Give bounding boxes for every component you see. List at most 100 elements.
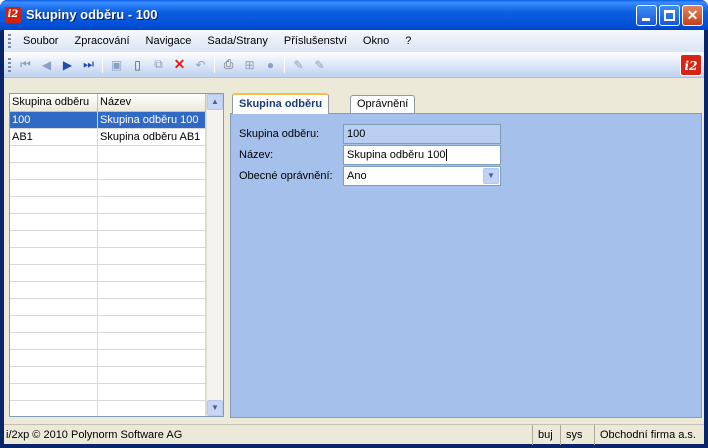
menu-okno[interactable]: Okno <box>355 33 397 49</box>
cell-group-code <box>10 180 98 196</box>
status-db: sys <box>560 425 588 445</box>
cell-group-code <box>10 231 98 247</box>
cell-name <box>98 265 206 281</box>
empty-table-row[interactable] <box>10 231 206 248</box>
cell-name <box>98 299 206 315</box>
tab-bar: Skupina odběru Oprávnění <box>228 93 702 114</box>
tree-icon[interactable]: ⊞ <box>239 55 260 75</box>
table-row[interactable]: 100 Skupina odběru 100 <box>10 112 206 129</box>
name-label: Název: <box>239 149 274 161</box>
menu-zpracovani[interactable]: Zpracování <box>66 33 137 49</box>
cell-name <box>98 350 206 366</box>
tab-opravneni[interactable]: Oprávnění <box>350 95 416 113</box>
empty-table-row[interactable] <box>10 384 206 401</box>
empty-table-row[interactable] <box>10 333 206 350</box>
i2-logo-icon[interactable]: i2 <box>5 7 21 23</box>
group-value: 100 <box>343 124 501 144</box>
save-icon[interactable]: ▣ <box>106 55 127 75</box>
copy-icon[interactable]: ⧉ <box>148 55 169 75</box>
menu-help[interactable]: ? <box>397 33 419 49</box>
status-copyright: i/2xp © 2010 Polynorm Software AG <box>6 429 183 441</box>
toolbar-grip-icon[interactable] <box>8 57 11 72</box>
grid-header: Skupina odběru Název <box>10 94 206 112</box>
title-bar[interactable]: i2 Skupiny odběru - 100 ✕ <box>0 0 708 30</box>
empty-table-row[interactable] <box>10 180 206 197</box>
toolbar-separator <box>214 56 215 73</box>
cell-group-code <box>10 299 98 315</box>
undo-icon[interactable]: ↶ <box>190 55 211 75</box>
close-button[interactable]: ✕ <box>682 5 703 26</box>
cell-group-code <box>10 384 98 400</box>
chevron-down-icon[interactable]: ▼ <box>483 168 499 184</box>
edit-all-icon[interactable]: ✎ <box>309 55 330 75</box>
field-row-name: Název: Skupina odběru 100 <box>239 145 699 165</box>
empty-table-row[interactable] <box>10 248 206 265</box>
cell-name <box>98 282 206 298</box>
cell-name <box>98 197 206 213</box>
menu-soubor[interactable]: Soubor <box>15 33 66 49</box>
empty-table-row[interactable] <box>10 265 206 282</box>
cell-group-code <box>10 214 98 230</box>
cell-name <box>98 384 206 400</box>
cell-group-code <box>10 282 98 298</box>
cell-group-code <box>10 265 98 281</box>
empty-table-row[interactable] <box>10 401 206 416</box>
name-input-text: Skupina odběru 100 <box>347 149 446 161</box>
empty-table-row[interactable] <box>10 316 206 333</box>
delete-icon[interactable]: ✕ <box>169 55 190 75</box>
menu-grip-icon[interactable] <box>8 34 11 48</box>
empty-table-row[interactable] <box>10 146 206 163</box>
last-record-icon[interactable]: ⏭ <box>78 55 99 75</box>
menu-prislusenstvi[interactable]: Příslušenství <box>276 33 355 49</box>
client-area: Soubor Zpracování Navigace Sada/Strany P… <box>4 30 704 445</box>
minimize-button[interactable] <box>636 5 657 26</box>
cell-group-code <box>10 163 98 179</box>
tab-skupina-odberu[interactable]: Skupina odběru <box>232 93 330 114</box>
name-input[interactable]: Skupina odběru 100 <box>343 145 501 165</box>
close-icon: ✕ <box>686 7 699 23</box>
empty-table-row[interactable] <box>10 197 206 214</box>
status-user: buj <box>532 425 558 445</box>
records-grid[interactable]: Skupina odběru Název 100 Skupina odběru 1… <box>9 93 224 417</box>
cell-name: Skupina odběru AB1 <box>98 129 206 145</box>
cell-name <box>98 248 206 264</box>
empty-table-row[interactable] <box>10 282 206 299</box>
scroll-up-icon[interactable]: ▲ <box>207 94 223 110</box>
empty-table-row[interactable] <box>10 299 206 316</box>
cell-group-code <box>10 401 98 416</box>
cell-name: Skupina odběru 100 <box>98 112 206 128</box>
empty-table-row[interactable] <box>10 214 206 231</box>
cell-group-code <box>10 316 98 332</box>
scroll-down-icon[interactable]: ▼ <box>207 400 223 416</box>
toolbar-separator <box>284 56 285 73</box>
edit-icon[interactable]: ✎ <box>288 55 309 75</box>
empty-table-row[interactable] <box>10 367 206 384</box>
new-icon[interactable]: ▯ <box>127 55 148 75</box>
menu-sada-strany[interactable]: Sada/Strany <box>199 33 276 49</box>
i2-brand-icon[interactable]: i2 <box>680 54 702 76</box>
empty-table-row[interactable] <box>10 163 206 180</box>
table-row[interactable]: AB1 Skupina odběru AB1 <box>10 129 206 146</box>
grid-scrollbar[interactable]: ▲ ▼ <box>206 94 223 416</box>
first-record-icon[interactable]: ⏮ <box>15 55 36 75</box>
cell-group-code <box>10 248 98 264</box>
cell-name <box>98 180 206 196</box>
print-icon[interactable]: ⎙ <box>218 55 239 75</box>
column-header-name[interactable]: Název <box>98 94 206 112</box>
cell-name <box>98 401 206 416</box>
cell-group-code <box>10 197 98 213</box>
previous-record-icon[interactable]: ◀ <box>36 55 57 75</box>
toolbar-separator <box>102 56 103 73</box>
permission-select[interactable]: Ano ▼ <box>343 166 501 186</box>
column-header-group[interactable]: Skupina odběru <box>10 94 98 112</box>
empty-table-row[interactable] <box>10 350 206 367</box>
lock-icon[interactable]: ● <box>260 55 281 75</box>
window-title: Skupiny odběru - 100 <box>26 7 158 22</box>
maximize-button[interactable] <box>659 5 680 26</box>
grid-body: 100 Skupina odběru 100 AB1 Skupina odběru A… <box>10 112 206 416</box>
cell-name <box>98 163 206 179</box>
menu-navigace[interactable]: Navigace <box>138 33 200 49</box>
minimize-icon <box>642 18 650 21</box>
next-record-icon[interactable]: ▶ <box>57 55 78 75</box>
cell-group-code <box>10 333 98 349</box>
